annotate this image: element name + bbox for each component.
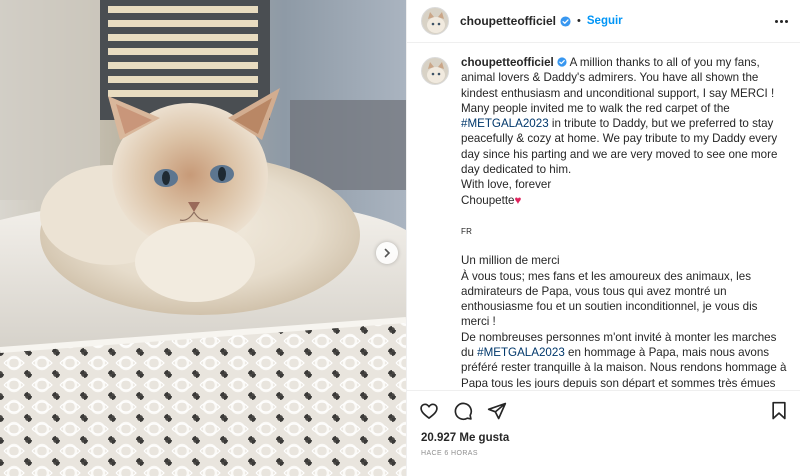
language-marker: FR	[461, 226, 473, 236]
post-actions	[407, 390, 800, 430]
avatar-cat-icon	[422, 58, 448, 84]
caption-en-signoff: With love, forever	[461, 178, 552, 192]
next-photo-button[interactable]	[376, 242, 398, 264]
header-separator: •	[577, 15, 581, 27]
save-button[interactable]	[770, 401, 788, 421]
follow-button[interactable]: Seguir	[587, 15, 623, 27]
chevron-right-icon	[384, 248, 391, 258]
bookmark-icon	[772, 401, 786, 419]
verified-badge-icon	[560, 15, 571, 27]
verified-badge-icon	[557, 57, 567, 67]
caption-fr-title: Un million de merci	[461, 254, 560, 268]
caption-avatar[interactable]	[421, 57, 449, 85]
cat-photo-illustration	[0, 0, 406, 476]
share-icon	[487, 402, 507, 419]
like-heart-icon	[420, 403, 438, 419]
share-button[interactable]	[487, 401, 507, 421]
avatar-cat-icon	[422, 8, 448, 34]
heart-emoji: ♥	[514, 193, 522, 207]
comment-button[interactable]	[453, 401, 473, 421]
post-header: choupetteofficiel • Seguir	[407, 0, 800, 43]
hashtag-link[interactable]: #METGALA2023	[461, 117, 549, 130]
caption-text: choupetteofficiel A million thanks to al…	[461, 55, 788, 388]
header-username[interactable]: choupetteofficiel	[460, 14, 556, 28]
hashtag-link[interactable]: #METGALA2023	[477, 346, 565, 359]
likes-count[interactable]: 20.927 Me gusta	[421, 432, 509, 444]
avatar[interactable]	[421, 7, 449, 35]
comment-icon	[454, 402, 473, 420]
more-options-icon[interactable]	[775, 19, 788, 23]
post-photo[interactable]	[0, 0, 406, 476]
post-caption: choupetteofficiel A million thanks to al…	[421, 55, 788, 388]
post-side-panel: choupetteofficiel • Seguir choupetteoffi…	[406, 0, 800, 476]
caption-fr-para-1: À vous tous; mes fans et les amoureux de…	[461, 269, 758, 329]
caption-username[interactable]: choupetteofficiel	[461, 56, 554, 69]
post-timestamp[interactable]: HACE 6 HORAS	[421, 450, 478, 457]
caption-en-signature: Choupette	[461, 193, 515, 207]
like-button[interactable]	[419, 401, 439, 421]
